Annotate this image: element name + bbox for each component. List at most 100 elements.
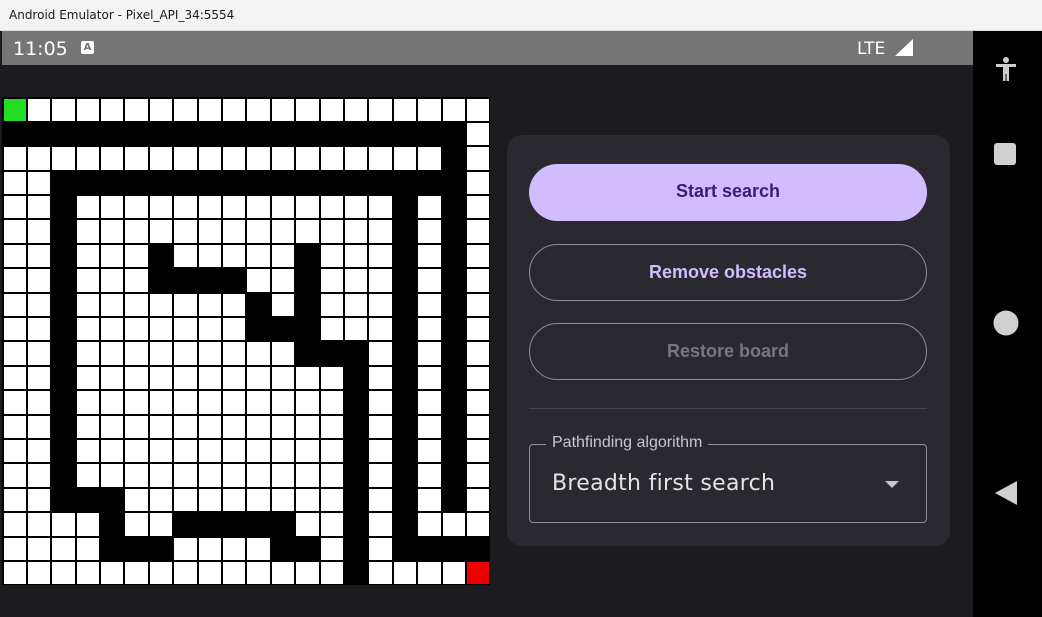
empty-cell[interactable] <box>124 146 149 171</box>
empty-cell[interactable] <box>246 146 271 171</box>
empty-cell[interactable] <box>197 560 223 586</box>
empty-cell[interactable] <box>75 292 101 318</box>
wall-cell[interactable] <box>343 438 369 464</box>
wall-cell[interactable] <box>441 146 466 171</box>
empty-cell[interactable] <box>270 292 296 318</box>
empty-cell[interactable] <box>2 317 27 342</box>
empty-cell[interactable] <box>465 487 491 513</box>
empty-cell[interactable] <box>2 268 27 293</box>
empty-cell[interactable] <box>222 219 247 244</box>
empty-cell[interactable] <box>26 536 52 561</box>
wall-cell[interactable] <box>441 536 466 561</box>
wall-cell[interactable] <box>392 292 418 318</box>
empty-cell[interactable] <box>343 317 369 342</box>
empty-cell[interactable] <box>441 560 466 586</box>
empty-cell[interactable] <box>319 487 344 513</box>
wall-cell[interactable] <box>270 512 296 537</box>
empty-cell[interactable] <box>173 219 198 244</box>
empty-cell[interactable] <box>100 97 125 122</box>
empty-cell[interactable] <box>2 292 27 318</box>
empty-cell[interactable] <box>270 341 296 366</box>
wall-cell[interactable] <box>441 365 466 391</box>
empty-cell[interactable] <box>197 463 223 488</box>
empty-cell[interactable] <box>465 390 491 415</box>
wall-cell[interactable] <box>392 268 418 293</box>
wall-cell[interactable] <box>270 536 296 561</box>
empty-cell[interactable] <box>343 243 369 269</box>
empty-cell[interactable] <box>124 438 149 464</box>
empty-cell[interactable] <box>417 414 442 439</box>
empty-cell[interactable] <box>173 365 198 391</box>
wall-cell[interactable] <box>173 268 198 293</box>
empty-cell[interactable] <box>465 365 491 391</box>
empty-cell[interactable] <box>270 243 296 269</box>
empty-cell[interactable] <box>124 463 149 488</box>
wall-cell[interactable] <box>295 121 320 147</box>
wall-cell[interactable] <box>197 268 223 293</box>
wall-cell[interactable] <box>246 121 271 147</box>
empty-cell[interactable] <box>417 438 442 464</box>
wall-cell[interactable] <box>75 487 101 513</box>
empty-cell[interactable] <box>222 195 247 220</box>
empty-cell[interactable] <box>148 487 174 513</box>
empty-cell[interactable] <box>319 219 344 244</box>
empty-cell[interactable] <box>26 170 52 196</box>
empty-cell[interactable] <box>148 317 174 342</box>
empty-cell[interactable] <box>295 438 320 464</box>
empty-cell[interactable] <box>465 438 491 464</box>
wall-cell[interactable] <box>148 268 174 293</box>
empty-cell[interactable] <box>173 243 198 269</box>
empty-cell[interactable] <box>124 341 149 366</box>
empty-cell[interactable] <box>246 268 271 293</box>
wall-cell[interactable] <box>295 268 320 293</box>
wall-cell[interactable] <box>100 512 125 537</box>
empty-cell[interactable] <box>197 365 223 391</box>
empty-cell[interactable] <box>2 463 27 488</box>
wall-cell[interactable] <box>319 170 344 196</box>
empty-cell[interactable] <box>246 463 271 488</box>
empty-cell[interactable] <box>343 195 369 220</box>
empty-cell[interactable] <box>368 195 393 220</box>
empty-cell[interactable] <box>100 463 125 488</box>
empty-cell[interactable] <box>173 414 198 439</box>
empty-cell[interactable] <box>75 560 101 586</box>
empty-cell[interactable] <box>222 341 247 366</box>
empty-cell[interactable] <box>148 365 174 391</box>
empty-cell[interactable] <box>465 512 491 537</box>
empty-cell[interactable] <box>246 97 271 122</box>
empty-cell[interactable] <box>2 243 27 269</box>
empty-cell[interactable] <box>368 512 393 537</box>
empty-cell[interactable] <box>148 560 174 586</box>
empty-cell[interactable] <box>51 97 76 122</box>
empty-cell[interactable] <box>26 390 52 415</box>
empty-cell[interactable] <box>368 438 393 464</box>
wall-cell[interactable] <box>246 170 271 196</box>
wall-cell[interactable] <box>222 170 247 196</box>
empty-cell[interactable] <box>148 512 174 537</box>
empty-cell[interactable] <box>173 438 198 464</box>
wall-cell[interactable] <box>441 463 466 488</box>
wall-cell[interactable] <box>173 170 198 196</box>
empty-cell[interactable] <box>26 243 52 269</box>
empty-cell[interactable] <box>75 463 101 488</box>
wall-cell[interactable] <box>222 268 247 293</box>
empty-cell[interactable] <box>197 414 223 439</box>
empty-cell[interactable] <box>173 97 198 122</box>
empty-cell[interactable] <box>197 317 223 342</box>
wall-cell[interactable] <box>270 317 296 342</box>
empty-cell[interactable] <box>222 390 247 415</box>
empty-cell[interactable] <box>417 97 442 122</box>
empty-cell[interactable] <box>246 219 271 244</box>
empty-cell[interactable] <box>246 560 271 586</box>
empty-cell[interactable] <box>368 341 393 366</box>
wall-cell[interactable] <box>392 487 418 513</box>
empty-cell[interactable] <box>2 341 27 366</box>
empty-cell[interactable] <box>2 512 27 537</box>
empty-cell[interactable] <box>222 365 247 391</box>
wall-cell[interactable] <box>343 341 369 366</box>
empty-cell[interactable] <box>417 560 442 586</box>
empty-cell[interactable] <box>75 219 101 244</box>
wall-cell[interactable] <box>51 463 76 488</box>
wall-cell[interactable] <box>441 341 466 366</box>
wall-cell[interactable] <box>368 170 393 196</box>
